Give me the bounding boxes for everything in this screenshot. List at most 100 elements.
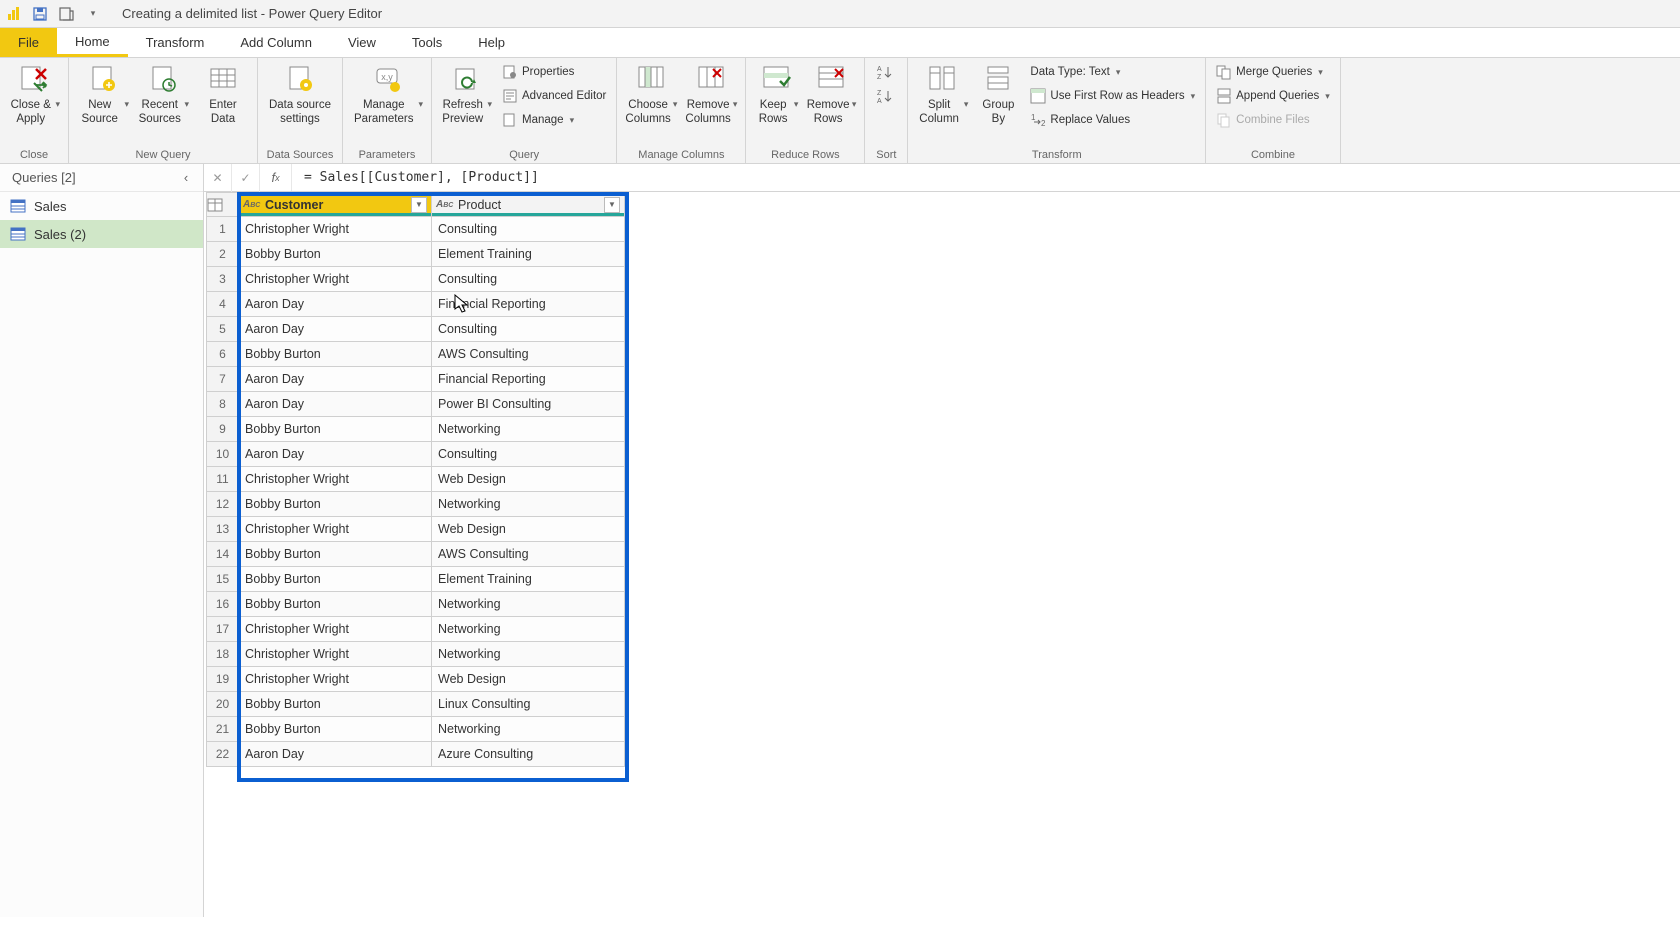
- table-row[interactable]: 4Aaron DayFinancial Reporting: [207, 292, 625, 317]
- table-row[interactable]: 19Christopher WrightWeb Design: [207, 667, 625, 692]
- cell-product[interactable]: Consulting: [432, 442, 625, 467]
- row-number[interactable]: 21: [207, 717, 239, 742]
- cell-customer[interactable]: Bobby Burton: [239, 242, 432, 267]
- recent-sources-button[interactable]: Recent Sources: [135, 61, 191, 129]
- data-type-button[interactable]: Data Type: Text: [1026, 61, 1199, 83]
- row-number[interactable]: 1: [207, 217, 239, 242]
- table-row[interactable]: 22Aaron DayAzure Consulting: [207, 742, 625, 767]
- cell-product[interactable]: Networking: [432, 492, 625, 517]
- cell-product[interactable]: AWS Consulting: [432, 542, 625, 567]
- row-number[interactable]: 14: [207, 542, 239, 567]
- formula-input[interactable]: = Sales[[Customer], [Product]]: [292, 170, 1680, 185]
- row-number[interactable]: 18: [207, 642, 239, 667]
- table-row[interactable]: 14Bobby BurtonAWS Consulting: [207, 542, 625, 567]
- table-row[interactable]: 12Bobby BurtonNetworking: [207, 492, 625, 517]
- table-row[interactable]: 5Aaron DayConsulting: [207, 317, 625, 342]
- row-number[interactable]: 6: [207, 342, 239, 367]
- replace-values-button[interactable]: 12Replace Values: [1026, 109, 1199, 131]
- table-row[interactable]: 7Aaron DayFinancial Reporting: [207, 367, 625, 392]
- cell-product[interactable]: Element Training: [432, 242, 625, 267]
- data-source-settings-button[interactable]: Data source settings: [264, 61, 336, 129]
- row-number[interactable]: 9: [207, 417, 239, 442]
- table-row[interactable]: 11Christopher WrightWeb Design: [207, 467, 625, 492]
- cell-product[interactable]: Financial Reporting: [432, 292, 625, 317]
- close-apply-button[interactable]: Close & Apply: [6, 61, 62, 129]
- row-number[interactable]: 8: [207, 392, 239, 417]
- cell-product[interactable]: Networking: [432, 417, 625, 442]
- query-item-sales[interactable]: Sales: [0, 192, 203, 220]
- cell-customer[interactable]: Aaron Day: [239, 367, 432, 392]
- cell-product[interactable]: Power BI Consulting: [432, 392, 625, 417]
- table-row[interactable]: 18Christopher WrightNetworking: [207, 642, 625, 667]
- table-row[interactable]: 8Aaron DayPower BI Consulting: [207, 392, 625, 417]
- cell-product[interactable]: Web Design: [432, 467, 625, 492]
- row-number[interactable]: 3: [207, 267, 239, 292]
- manage-parameters-button[interactable]: x,y Manage Parameters: [349, 61, 425, 129]
- first-row-headers-button[interactable]: Use First Row as Headers: [1026, 85, 1199, 107]
- table-row[interactable]: 1Christopher WrightConsulting: [207, 217, 625, 242]
- qat-customize-button[interactable]: [80, 2, 104, 26]
- remove-rows-button[interactable]: Remove Rows: [804, 61, 858, 129]
- undo-button[interactable]: [54, 2, 78, 26]
- cell-product[interactable]: Azure Consulting: [432, 742, 625, 767]
- cell-customer[interactable]: Bobby Burton: [239, 692, 432, 717]
- sort-asc-button[interactable]: AZ: [871, 61, 901, 83]
- column-header-product[interactable]: ABC Product ▼: [432, 193, 625, 217]
- row-number[interactable]: 5: [207, 317, 239, 342]
- sort-desc-button[interactable]: ZA: [871, 85, 901, 107]
- cell-customer[interactable]: Aaron Day: [239, 292, 432, 317]
- properties-button[interactable]: Properties: [498, 61, 610, 83]
- column-header-customer[interactable]: ABC Customer ▼: [239, 193, 432, 217]
- cell-product[interactable]: Element Training: [432, 567, 625, 592]
- formula-cancel-button[interactable]: ✕: [204, 164, 232, 192]
- refresh-preview-button[interactable]: Refresh Preview: [438, 61, 494, 129]
- row-number[interactable]: 15: [207, 567, 239, 592]
- cell-customer[interactable]: Christopher Wright: [239, 267, 432, 292]
- table-row[interactable]: 13Christopher WrightWeb Design: [207, 517, 625, 542]
- fx-icon[interactable]: fx: [260, 164, 292, 191]
- cell-product[interactable]: Networking: [432, 617, 625, 642]
- cell-customer[interactable]: Aaron Day: [239, 317, 432, 342]
- enter-data-button[interactable]: Enter Data: [195, 61, 251, 129]
- table-row[interactable]: 15Bobby BurtonElement Training: [207, 567, 625, 592]
- cell-customer[interactable]: Bobby Burton: [239, 717, 432, 742]
- row-number[interactable]: 13: [207, 517, 239, 542]
- table-row[interactable]: 10Aaron DayConsulting: [207, 442, 625, 467]
- row-number[interactable]: 17: [207, 617, 239, 642]
- group-by-button[interactable]: Group By: [974, 61, 1022, 129]
- row-number[interactable]: 20: [207, 692, 239, 717]
- remove-columns-button[interactable]: Remove Columns: [683, 61, 739, 129]
- manage-button[interactable]: Manage: [498, 109, 610, 131]
- split-column-button[interactable]: Split Column: [914, 61, 970, 129]
- cell-product[interactable]: Web Design: [432, 667, 625, 692]
- cell-customer[interactable]: Bobby Burton: [239, 492, 432, 517]
- append-queries-button[interactable]: Append Queries: [1212, 85, 1334, 107]
- advanced-editor-button[interactable]: Advanced Editor: [498, 85, 610, 107]
- tab-file[interactable]: File: [0, 28, 57, 57]
- cell-customer[interactable]: Bobby Burton: [239, 542, 432, 567]
- row-number[interactable]: 11: [207, 467, 239, 492]
- cell-product[interactable]: Networking: [432, 592, 625, 617]
- grid-corner-button[interactable]: [207, 193, 239, 217]
- cell-customer[interactable]: Aaron Day: [239, 392, 432, 417]
- cell-customer[interactable]: Aaron Day: [239, 742, 432, 767]
- save-button[interactable]: [28, 2, 52, 26]
- table-row[interactable]: 2Bobby BurtonElement Training: [207, 242, 625, 267]
- table-row[interactable]: 21Bobby BurtonNetworking: [207, 717, 625, 742]
- cell-customer[interactable]: Christopher Wright: [239, 517, 432, 542]
- table-row[interactable]: 20Bobby BurtonLinux Consulting: [207, 692, 625, 717]
- cell-customer[interactable]: Christopher Wright: [239, 467, 432, 492]
- keep-rows-button[interactable]: Keep Rows: [752, 61, 800, 129]
- row-number[interactable]: 4: [207, 292, 239, 317]
- cell-product[interactable]: Financial Reporting: [432, 367, 625, 392]
- cell-product[interactable]: Linux Consulting: [432, 692, 625, 717]
- merge-queries-button[interactable]: Merge Queries: [1212, 61, 1334, 83]
- filter-button[interactable]: ▼: [604, 197, 620, 213]
- row-number[interactable]: 16: [207, 592, 239, 617]
- cell-product[interactable]: Consulting: [432, 217, 625, 242]
- cell-customer[interactable]: Bobby Burton: [239, 342, 432, 367]
- row-number[interactable]: 10: [207, 442, 239, 467]
- cell-product[interactable]: Networking: [432, 642, 625, 667]
- queries-collapse-button[interactable]: ‹: [177, 169, 195, 187]
- row-number[interactable]: 22: [207, 742, 239, 767]
